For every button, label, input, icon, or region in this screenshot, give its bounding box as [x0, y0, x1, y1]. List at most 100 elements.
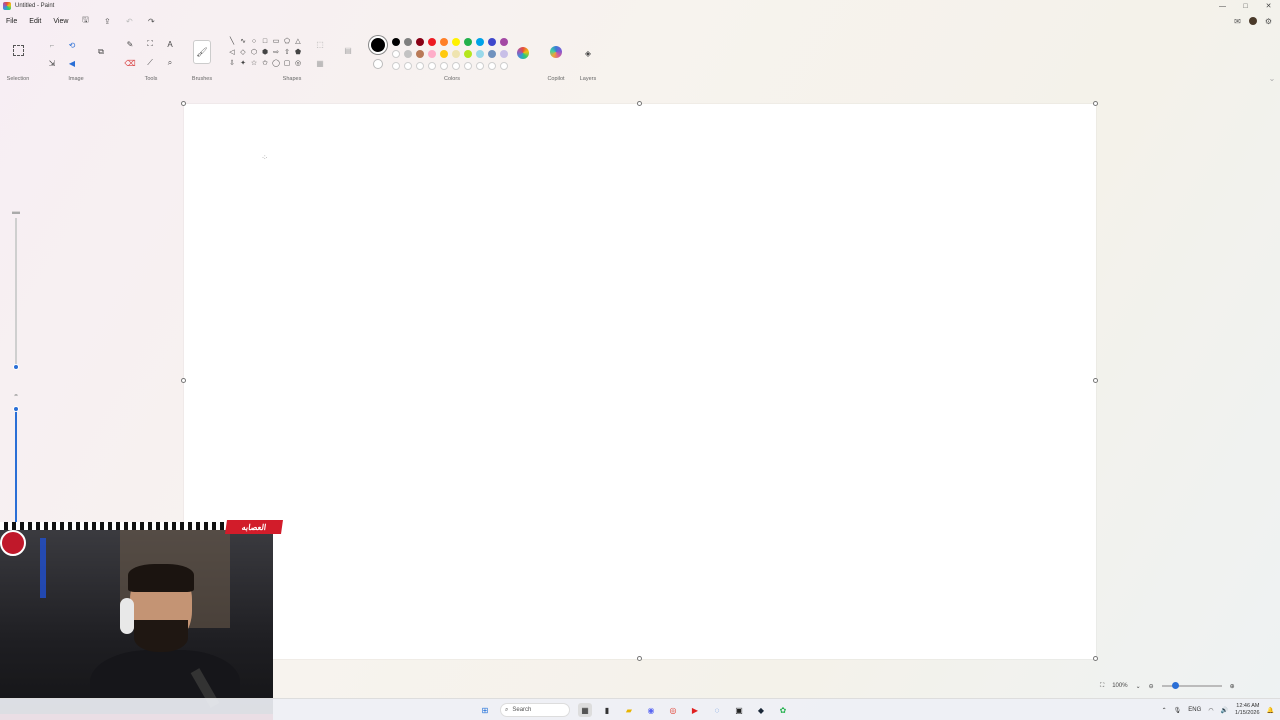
avatar[interactable]	[1248, 17, 1257, 25]
shape-option[interactable]: ⬟	[294, 49, 302, 57]
canvas-handle-tr[interactable]	[1093, 101, 1098, 106]
opacity-slider-thumb[interactable]	[13, 406, 19, 412]
zoom-slider[interactable]	[1161, 682, 1222, 689]
canvas-handle-left[interactable]	[181, 378, 186, 383]
shape-option[interactable]: ◁	[228, 49, 236, 57]
custom-color-slot[interactable]	[404, 62, 412, 70]
shape-option[interactable]: ◯	[272, 60, 280, 68]
steam-icon[interactable]: ◆	[754, 703, 768, 717]
discord-icon[interactable]: ◉	[644, 703, 658, 717]
crop-icon[interactable]: ⌐	[46, 39, 58, 51]
shape-option[interactable]: △	[294, 38, 302, 46]
shape-options-icon[interactable]: ▤	[342, 44, 354, 56]
feedback-icon[interactable]: ✉	[1234, 17, 1241, 26]
layers-icon[interactable]: ◈	[582, 47, 594, 59]
color-swatch[interactable]	[488, 38, 496, 46]
selection-tool[interactable]	[12, 44, 24, 56]
fill-icon[interactable]: ⛶	[144, 38, 156, 50]
menu-edit[interactable]: Edit	[23, 18, 47, 25]
canvas-handle-top[interactable]	[637, 101, 642, 106]
color-swatch[interactable]	[464, 38, 472, 46]
settings-icon[interactable]: ⚙	[1265, 17, 1272, 26]
magnifier-icon[interactable]: ⌕	[164, 57, 176, 69]
color-swatch[interactable]	[440, 38, 448, 46]
color-swatch[interactable]	[452, 50, 460, 58]
shape-option[interactable]: ∿	[239, 38, 247, 46]
color-swatch[interactable]	[476, 38, 484, 46]
menu-file[interactable]: File	[0, 18, 23, 25]
drawing-canvas[interactable]	[184, 104, 1096, 659]
color-swatch[interactable]	[440, 50, 448, 58]
shape-option[interactable]: ⇨	[272, 49, 280, 57]
custom-color-slot[interactable]	[416, 62, 424, 70]
color-swatch[interactable]	[416, 50, 424, 58]
zoom-level[interactable]: 100%	[1112, 683, 1127, 689]
active-color-swatch[interactable]	[371, 38, 385, 52]
chrome-icon[interactable]: ◎	[666, 703, 680, 717]
terminal-icon[interactable]: ▣	[732, 703, 746, 717]
color-swatch[interactable]	[452, 38, 460, 46]
mic-tray-icon[interactable]: 🎙	[1174, 707, 1182, 714]
tray-chevron-icon[interactable]: ⌃	[1162, 707, 1167, 714]
pencil-icon[interactable]: ✎	[124, 38, 136, 50]
brush-button[interactable]: 🖌	[193, 40, 211, 64]
volume-icon[interactable]: 🔊	[1221, 707, 1228, 714]
canvas-handle-right[interactable]	[1093, 378, 1098, 383]
size-slider-track[interactable]	[15, 218, 17, 366]
close-button[interactable]: ✕	[1257, 0, 1280, 12]
shape-option[interactable]: ○	[250, 38, 258, 46]
copilot-icon[interactable]	[550, 46, 562, 58]
browser-icon[interactable]: ◌	[710, 703, 724, 717]
wifi-icon[interactable]: ◠	[1208, 707, 1213, 714]
shape-option[interactable]: ⇩	[228, 60, 236, 68]
secondary-color-swatch[interactable]	[373, 59, 383, 69]
color-swatch[interactable]	[404, 38, 412, 46]
fill-option-icon[interactable]: ▦	[314, 57, 326, 69]
canvas-handle-bottom[interactable]	[637, 656, 642, 661]
color-picker-icon[interactable]: ⟋	[144, 57, 156, 69]
shape-option[interactable]: ⬢	[261, 49, 269, 57]
outline-icon[interactable]: ⬚	[314, 38, 326, 50]
zoom-in-icon[interactable]: ⊕	[1230, 683, 1235, 690]
canvas-handle-tl[interactable]	[181, 101, 186, 106]
ribbon-collapse-icon[interactable]: ⌄	[1266, 72, 1278, 84]
color-swatch[interactable]	[392, 38, 400, 46]
widgets-icon[interactable]: ▦	[578, 703, 592, 717]
share-icon[interactable]: ⇪	[96, 17, 118, 26]
size-slider-thumb[interactable]	[13, 364, 19, 370]
shape-option[interactable]: ▢	[283, 60, 291, 68]
custom-color-slot[interactable]	[464, 62, 472, 70]
color-swatch[interactable]	[428, 50, 436, 58]
color-swatch[interactable]	[404, 50, 412, 58]
fit-window-icon[interactable]: ⛶	[1100, 683, 1104, 690]
file-explorer-icon[interactable]: ▰	[622, 703, 636, 717]
color-swatch[interactable]	[476, 50, 484, 58]
custom-color-slot[interactable]	[500, 62, 508, 70]
custom-color-slot[interactable]	[476, 62, 484, 70]
clock[interactable]: 12:46 AM 1/15/2026	[1235, 703, 1259, 717]
text-icon[interactable]: A	[164, 38, 176, 50]
color-swatch[interactable]	[428, 38, 436, 46]
notification-icon[interactable]: 🔔	[1267, 707, 1274, 714]
shape-option[interactable]: ⬠	[283, 38, 291, 46]
shape-option[interactable]: □	[261, 38, 269, 46]
zoom-out-icon[interactable]: ⊖	[1149, 683, 1154, 690]
color-swatch[interactable]	[500, 50, 508, 58]
undo-icon[interactable]: ↶	[118, 17, 140, 26]
color-wheel-icon[interactable]	[517, 47, 529, 59]
custom-color-slot[interactable]	[452, 62, 460, 70]
shape-option[interactable]: ▭	[272, 38, 280, 46]
shape-option[interactable]: ⇧	[283, 49, 291, 57]
color-swatch[interactable]	[464, 50, 472, 58]
shape-option[interactable]: ✦	[239, 60, 247, 68]
language-indicator[interactable]: ENG	[1188, 707, 1201, 713]
shape-option[interactable]: ◇	[239, 49, 247, 57]
zoom-dropdown-icon[interactable]: ⌄	[1136, 683, 1141, 690]
custom-color-slot[interactable]	[428, 62, 436, 70]
paint-taskbar-icon[interactable]: ✿	[776, 703, 790, 717]
shape-option[interactable]: ╲	[228, 38, 236, 46]
color-swatch[interactable]	[488, 50, 496, 58]
eraser-icon[interactable]: ⌫	[124, 57, 136, 69]
redo-icon[interactable]: ↷	[140, 17, 162, 26]
menu-view[interactable]: View	[47, 18, 74, 25]
